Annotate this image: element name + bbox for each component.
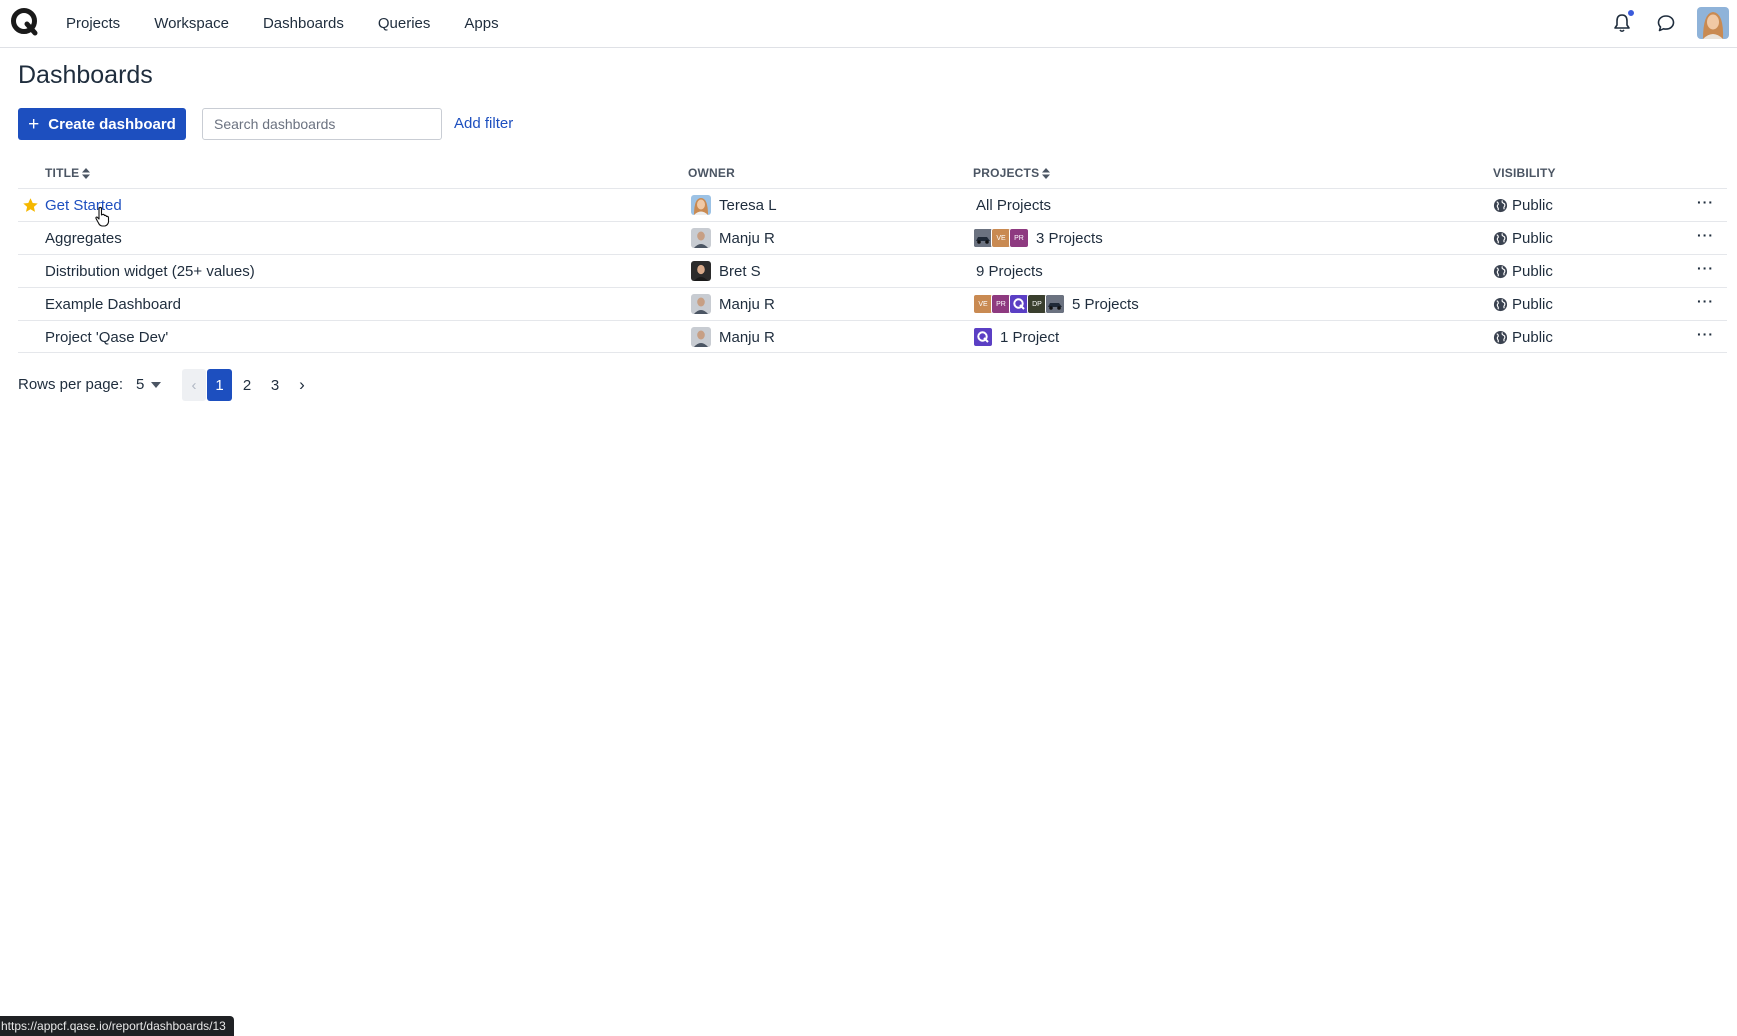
- chevron-down-icon: [151, 381, 162, 388]
- top-navigation-bar: Projects Workspace Dashboards Queries Ap…: [0, 0, 1737, 48]
- project-avatar-q: [973, 327, 993, 347]
- column-header-projects-label: PROJECTS: [973, 166, 1040, 180]
- project-avatar-stack: [973, 327, 993, 347]
- create-dashboard-label: Create dashboard: [48, 115, 176, 133]
- rows-per-page-value: 5: [136, 376, 145, 393]
- owner-name: Manju R: [719, 295, 775, 313]
- more-actions-icon[interactable]: ···: [1697, 195, 1713, 213]
- more-actions-icon[interactable]: ···: [1697, 261, 1713, 279]
- search-dashboards-input[interactable]: [202, 108, 442, 140]
- more-actions-icon[interactable]: ···: [1697, 228, 1713, 246]
- globe-icon: [1493, 231, 1508, 245]
- owner-name: Manju R: [719, 229, 775, 247]
- next-page-button[interactable]: ›: [292, 369, 312, 401]
- create-dashboard-button[interactable]: + Create dashboard: [18, 108, 186, 140]
- globe-icon: [1493, 198, 1508, 212]
- owner-avatar: [691, 261, 711, 281]
- rows-per-page-select[interactable]: 5: [136, 376, 162, 393]
- table-row: Aggregates Manju R VE PR 3 Projects Publ…: [18, 221, 1727, 254]
- main-nav: Projects Workspace Dashboards Queries Ap…: [49, 0, 516, 46]
- more-actions-icon[interactable]: ···: [1697, 327, 1713, 345]
- visibility-label: Public: [1512, 295, 1553, 313]
- nav-item-apps[interactable]: Apps: [447, 15, 515, 32]
- project-avatar-car: [1045, 294, 1065, 314]
- owner-name: Manju R: [719, 328, 775, 346]
- add-filter-link[interactable]: Add filter: [454, 115, 513, 132]
- globe-icon: [1493, 330, 1508, 344]
- column-header-title[interactable]: TITLE: [45, 166, 91, 180]
- page-button-1[interactable]: 1: [207, 369, 232, 401]
- dashboard-title-link[interactable]: Project 'Qase Dev': [45, 329, 168, 346]
- chat-bubble-icon[interactable]: [1655, 12, 1677, 34]
- column-header-owner-label: OWNER: [688, 166, 735, 180]
- nav-item-queries[interactable]: Queries: [361, 15, 448, 32]
- table-row: Distribution widget (25+ values) Bret S …: [18, 254, 1727, 287]
- project-avatar-stack: VE PR: [973, 228, 1029, 248]
- dashboard-title-link[interactable]: Distribution widget (25+ values): [45, 263, 255, 280]
- sort-icon: [82, 167, 91, 179]
- prev-page-button[interactable]: ‹: [182, 369, 206, 401]
- project-avatar-dp: DP: [1027, 294, 1047, 314]
- project-avatar-ve: VE: [973, 294, 993, 314]
- projects-count: All Projects: [976, 196, 1052, 214]
- owner-avatar: [691, 228, 711, 248]
- visibility-label: Public: [1512, 262, 1553, 280]
- dashboard-title-link[interactable]: Example Dashboard: [45, 296, 181, 313]
- owner-avatar: [691, 294, 711, 314]
- plus-icon: +: [28, 113, 40, 135]
- page-button-2[interactable]: 2: [236, 369, 258, 401]
- status-url-text: https://appcf.qase.io/report/dashboards/…: [1, 1019, 226, 1033]
- page-title: Dashboards: [18, 61, 153, 89]
- projects-count: 1 Project: [1000, 328, 1060, 346]
- owner-name: Bret S: [719, 262, 761, 280]
- table-row: Example Dashboard Manju R VE PR DP 5 Pro…: [18, 287, 1727, 320]
- nav-item-workspace[interactable]: Workspace: [137, 15, 246, 32]
- column-header-visibility: VISIBILITY: [1493, 166, 1556, 180]
- owner-avatar: [691, 327, 711, 347]
- owner-avatar: [691, 195, 711, 215]
- visibility-label: Public: [1512, 229, 1553, 247]
- dashboard-title-link[interactable]: Aggregates: [45, 230, 122, 247]
- column-header-title-label: TITLE: [45, 166, 80, 180]
- column-header-projects[interactable]: PROJECTS: [973, 166, 1051, 180]
- page-button-3[interactable]: 3: [264, 369, 286, 401]
- notification-dot: [1627, 9, 1635, 17]
- globe-icon: [1493, 297, 1508, 311]
- nav-item-projects[interactable]: Projects: [49, 15, 137, 32]
- nav-item-dashboards[interactable]: Dashboards: [246, 15, 361, 32]
- more-actions-icon[interactable]: ···: [1697, 294, 1713, 312]
- project-avatar-ve: VE: [991, 228, 1011, 248]
- projects-count: 5 Projects: [1072, 295, 1139, 313]
- project-avatar-car: [973, 228, 993, 248]
- projects-count: 3 Projects: [1036, 229, 1103, 247]
- user-avatar[interactable]: [1697, 7, 1729, 39]
- column-header-visibility-label: VISIBILITY: [1493, 166, 1556, 180]
- project-avatar-pr: PR: [1009, 228, 1029, 248]
- project-avatar-stack: VE PR DP: [973, 294, 1065, 314]
- visibility-label: Public: [1512, 328, 1553, 346]
- visibility-label: Public: [1512, 196, 1553, 214]
- globe-icon: [1493, 264, 1508, 278]
- project-avatar-q: [1009, 294, 1029, 314]
- table-row: Project 'Qase Dev' Manju R 1 Project Pub…: [18, 320, 1727, 353]
- table-row: Get Started Teresa L All Projects Public…: [18, 188, 1727, 221]
- column-header-owner: OWNER: [688, 166, 735, 180]
- qase-logo-icon[interactable]: [10, 7, 40, 37]
- owner-name: Teresa L: [719, 196, 777, 214]
- sort-icon: [1042, 167, 1051, 179]
- rows-per-page-label: Rows per page:: [18, 376, 124, 393]
- projects-count: 9 Projects: [976, 262, 1043, 280]
- browser-status-url: https://appcf.qase.io/report/dashboards/…: [0, 1016, 234, 1036]
- hand-cursor-icon: [95, 206, 110, 227]
- star-icon[interactable]: [22, 197, 39, 214]
- project-avatar-pr: PR: [991, 294, 1011, 314]
